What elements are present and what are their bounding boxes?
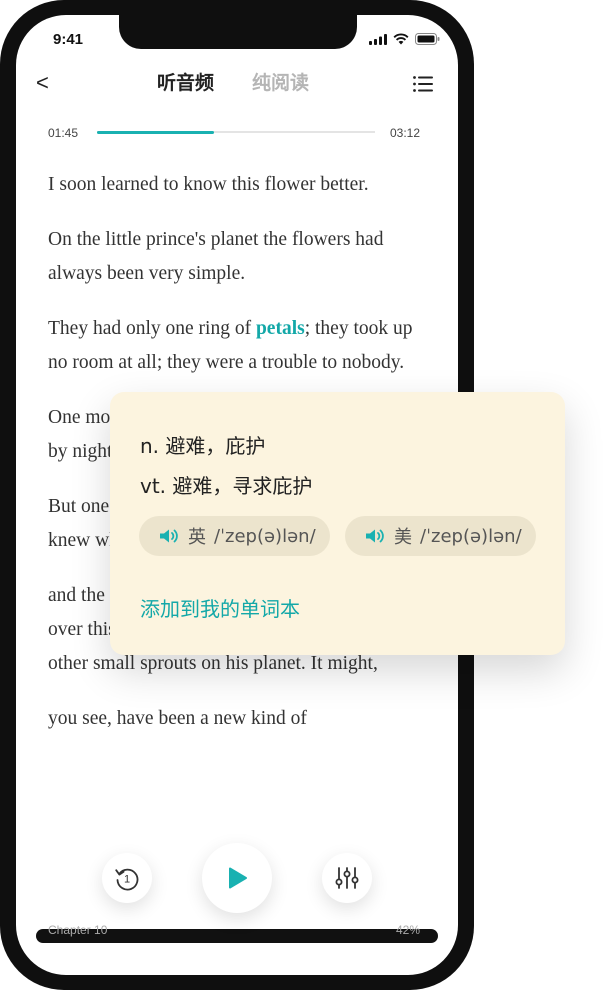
pronunciation-ipa: /ˈzep(ə)lən/ [214,525,316,547]
replay-15-icon: 1 [115,868,139,891]
tab-pure-reading[interactable]: 纯阅读 [252,69,309,97]
paragraph: I soon learned to know this flower bette… [48,174,369,195]
progress-track[interactable] [97,130,375,134]
chapter-label: Chapter 10 [48,923,108,937]
play-button[interactable] [202,843,272,913]
notch [119,15,357,49]
list-menu-icon[interactable] [413,76,433,92]
speaker-icon [365,528,385,544]
play-icon [229,867,247,889]
battery-icon [415,33,440,45]
definition-verb: vt. 避难，寻求庇护 [140,474,313,498]
nav-header: < 听音频 纯阅读 [16,69,458,99]
pronunciation-region: 美 [394,527,412,548]
signal-icon [369,33,387,45]
total-time: 03:12 [390,126,421,140]
progress-fill [97,130,214,134]
paragraph: They had only one ring of petals; they t… [48,312,433,380]
reading-percent: 42% [396,923,421,937]
chevron-left-icon: < [36,70,49,95]
replay-button[interactable]: 1 [102,853,152,903]
pronunciation-region: 英 [188,527,206,548]
paragraph: On the little prince's planet the flower… [48,229,384,284]
replay-number: 1 [124,874,130,886]
equalizer-icon [335,867,359,889]
tab-listen-audio[interactable]: 听音频 [157,69,214,97]
current-time: 01:45 [48,126,79,140]
paragraph-text: They had only one ring of [48,318,256,339]
status-time: 9:41 [53,31,84,48]
back-button[interactable]: < [36,69,49,97]
settings-button[interactable] [322,853,372,903]
definition-noun: n. 避难，庇护 [140,434,266,458]
status-icons [369,33,440,45]
pronunciation-us-button[interactable]: 美 /ˈzep(ə)lən/ [345,516,536,556]
wifi-icon [393,33,409,45]
paragraph: you see, have been a new kind of [48,708,307,729]
highlighted-word[interactable]: petals [256,318,305,339]
pronunciation-uk-button[interactable]: 英 /ˈzep(ə)lən/ [139,516,330,556]
add-to-wordbook-link[interactable]: 添加到我的单词本 [140,593,300,622]
word-definition-popup: n. 避难，庇护 vt. 避难，寻求庇护 英 /ˈzep(ə)lən/ 美 /ˈ… [110,392,565,655]
audio-progress: 01:45 03:12 [16,125,458,145]
pronunciation-ipa: /ˈzep(ə)lən/ [420,525,522,547]
speaker-icon [159,528,179,544]
